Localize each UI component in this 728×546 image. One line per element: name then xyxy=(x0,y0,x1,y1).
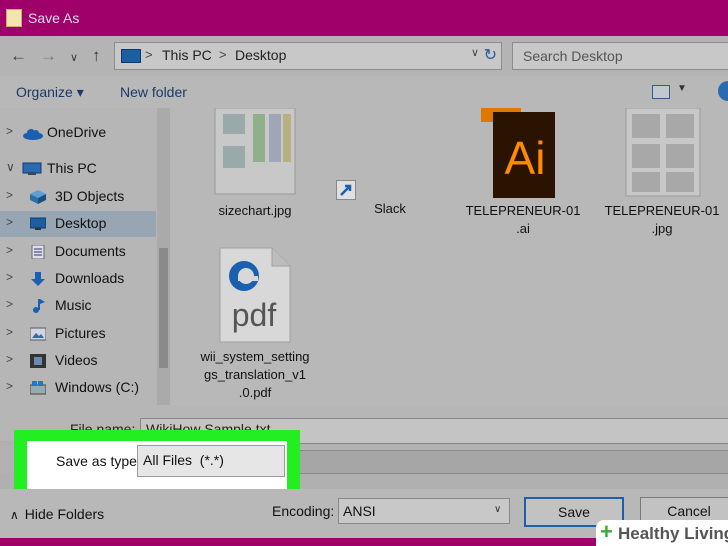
scrollbar-thumb[interactable] xyxy=(159,248,168,368)
address-field[interactable]: > This PC > Desktop ∨ ↻ xyxy=(114,42,502,70)
chevron-down-icon[interactable]: ∨ xyxy=(494,504,501,515)
chevron-right-icon[interactable]: > xyxy=(6,243,13,257)
file-name: Slack xyxy=(374,201,406,216)
breadcrumb-separator[interactable]: > xyxy=(219,47,227,62)
forward-arrow-icon[interactable]: → xyxy=(40,46,57,66)
sidebar-item-3d-objects[interactable]: > 3D Objects xyxy=(0,184,156,210)
illustrator-file-icon: Ai xyxy=(481,108,555,198)
sidebar-item-music[interactable]: > Music xyxy=(0,293,156,319)
sidebar-item-label: Downloads xyxy=(55,270,125,286)
encoding-value: ANSI xyxy=(343,503,376,519)
save-type-dropdown-track[interactable] xyxy=(285,450,728,474)
file-list: sizechart.jpg Slack Ai TELEPRENEUR-01 .a… xyxy=(170,108,728,405)
title-bar: Save As xyxy=(0,0,728,36)
file-name-line: gs_translation_v1 xyxy=(204,367,306,382)
file-item[interactable]: sizechart.jpg xyxy=(200,108,310,220)
file-name-line: .jpg xyxy=(651,221,673,236)
sidebar-item-pictures[interactable]: > Pictures xyxy=(0,321,156,347)
chevron-right-icon[interactable]: > xyxy=(6,352,13,366)
organize-button[interactable]: Organize ▾ xyxy=(16,84,84,101)
command-bar: Organize ▾ New folder ▼ xyxy=(0,76,728,108)
computer-icon xyxy=(22,162,42,175)
breadcrumb-separator[interactable]: > xyxy=(145,47,153,62)
search-input[interactable]: Search Desktop xyxy=(512,42,728,70)
chevron-up-icon: ∧ xyxy=(10,508,19,522)
sidebar-item-this-pc[interactable]: ∨ This PC xyxy=(0,156,156,182)
file-name-line: wii_system_setting xyxy=(200,349,310,364)
view-options-dropdown[interactable]: ▼ xyxy=(677,83,687,94)
refresh-icon[interactable]: ↻ xyxy=(484,45,497,65)
file-item[interactable]: pdf wii_system_setting gs_translation_v1… xyxy=(192,246,318,402)
sidebar-item-label: 3D Objects xyxy=(55,188,125,204)
back-arrow-icon[interactable]: ← xyxy=(10,46,27,66)
address-toolbar: ← → ∨ ↑ > This PC > Desktop ∨ ↻ Search D… xyxy=(0,36,728,76)
address-dropdown-icon[interactable]: ∨ xyxy=(471,46,479,59)
image-thumbnail-icon xyxy=(625,108,701,197)
desktop-icon xyxy=(30,217,46,230)
file-badge: Ai xyxy=(505,132,546,184)
sidebar-item-label: Music xyxy=(55,297,92,313)
cloud-icon xyxy=(23,129,43,140)
navigation-pane: > OneDrive ∨ This PC > 3D Objects > Desk… xyxy=(0,108,170,405)
chevron-down-icon[interactable]: ∨ xyxy=(6,160,15,174)
sidebar-item-label: Documents xyxy=(55,243,126,259)
file-badge: pdf xyxy=(232,297,277,333)
help-icon[interactable] xyxy=(718,81,728,101)
file-item[interactable]: TELEPRENEUR-01 .jpg xyxy=(602,108,722,238)
sidebar-item-label: Desktop xyxy=(55,215,107,231)
edge-pdf-icon: pdf xyxy=(219,247,291,343)
cube-icon xyxy=(30,190,46,204)
sidebar-item-videos[interactable]: > Videos xyxy=(0,348,156,374)
chevron-right-icon[interactable]: > xyxy=(6,270,13,284)
sidebar-item-label: OneDrive xyxy=(47,124,107,140)
watermark-plus-icon: + xyxy=(600,519,613,544)
sidebar-item-label: Videos xyxy=(55,352,98,368)
save-as-type-label: Save as type: xyxy=(56,453,141,469)
chevron-right-icon[interactable]: > xyxy=(6,297,13,311)
watermark-text: Healthy Living xyxy=(618,524,728,543)
document-icon xyxy=(31,245,45,259)
chevron-right-icon[interactable]: > xyxy=(6,325,13,339)
sidebar-item-label: This PC xyxy=(47,160,97,176)
computer-icon xyxy=(121,49,141,63)
view-options-icon[interactable] xyxy=(652,85,670,99)
image-thumbnail-icon xyxy=(214,108,296,195)
window-title: Save As xyxy=(28,10,80,26)
film-icon xyxy=(30,354,46,368)
file-item[interactable]: Ai TELEPRENEUR-01 .ai xyxy=(463,108,583,238)
file-name-line: TELEPRENEUR-01 xyxy=(465,203,581,218)
chevron-right-icon[interactable]: > xyxy=(6,188,13,202)
hide-folders-label: Hide Folders xyxy=(24,506,105,522)
new-folder-button[interactable]: New folder xyxy=(120,84,187,100)
sidebar-item-downloads[interactable]: > Downloads xyxy=(0,266,156,292)
save-as-type-value: All Files (*.*) xyxy=(143,452,224,468)
recent-locations-dropdown[interactable]: ∨ xyxy=(70,48,78,68)
sidebar-item-windows-c[interactable]: > Windows (C:) xyxy=(0,375,156,401)
sidebar-item-desktop[interactable]: > Desktop xyxy=(0,211,156,237)
chevron-right-icon[interactable]: > xyxy=(6,124,13,138)
navigation-scrollbar[interactable] xyxy=(157,108,170,405)
search-placeholder: Search Desktop xyxy=(523,48,623,64)
file-name-line: .ai xyxy=(516,221,530,236)
chevron-right-icon[interactable]: > xyxy=(6,215,13,229)
shortcut-icon xyxy=(336,180,356,200)
breadcrumb-desktop[interactable]: Desktop xyxy=(235,47,286,63)
sidebar-item-onedrive[interactable]: > OneDrive xyxy=(0,120,156,146)
sidebar-item-documents[interactable]: > Documents xyxy=(0,239,156,265)
file-name: sizechart.jpg xyxy=(218,203,292,218)
download-arrow-icon xyxy=(31,272,45,286)
notepad-icon xyxy=(6,9,22,27)
file-name-line: .0.pdf xyxy=(238,385,272,400)
file-name-line: TELEPRENEUR-01 xyxy=(604,203,720,218)
picture-icon xyxy=(30,327,46,341)
breadcrumb-this-pc[interactable]: This PC xyxy=(162,47,212,63)
up-arrow-icon[interactable]: ↑ xyxy=(92,46,101,66)
encoding-label: Encoding: xyxy=(272,503,335,519)
drive-icon xyxy=(30,381,46,395)
sidebar-item-label: Pictures xyxy=(55,325,106,341)
hide-folders-toggle[interactable]: ∧ Hide Folders xyxy=(10,506,104,522)
sidebar-item-label: Windows (C:) xyxy=(55,379,140,395)
chevron-right-icon[interactable]: > xyxy=(6,379,13,393)
music-note-icon xyxy=(33,299,45,313)
